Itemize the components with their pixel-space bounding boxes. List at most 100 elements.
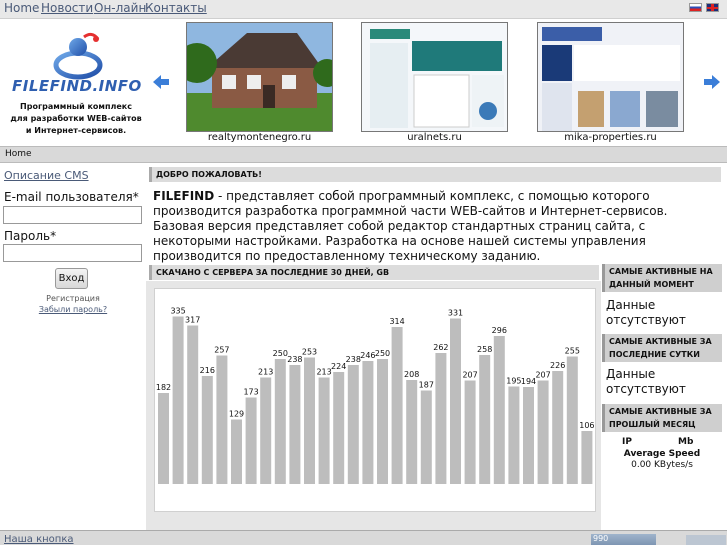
chart-bar-label: 213 bbox=[258, 368, 273, 377]
active-day-title: САМЫЕ АКТИВНЫЕ ЗА ПОСЛЕДНИЕ СУТКИ bbox=[602, 334, 722, 362]
chart-bar-label: 208 bbox=[404, 370, 419, 379]
forgot-password-link[interactable]: Забыли пароль? bbox=[0, 305, 146, 314]
register-link[interactable]: Регистрация bbox=[0, 294, 146, 303]
chart-bar-label: 257 bbox=[214, 346, 229, 355]
breadcrumb: Home bbox=[0, 146, 727, 163]
chart-bar bbox=[231, 419, 242, 484]
cms-description-link[interactable]: Описание CMS bbox=[4, 169, 89, 182]
chart-bar-label: 250 bbox=[375, 349, 390, 358]
chart-bar-label: 255 bbox=[565, 347, 580, 356]
chart-bar bbox=[201, 376, 213, 484]
chart-bar bbox=[187, 325, 199, 484]
login-button[interactable]: Вход bbox=[55, 268, 88, 289]
chart-bar bbox=[318, 377, 330, 484]
chart-bar-label: 207 bbox=[462, 371, 477, 380]
chart-bar bbox=[464, 380, 476, 484]
chart-bar-label: 317 bbox=[185, 316, 200, 325]
speed-label: Average Speed bbox=[623, 449, 701, 459]
downloads-chart: 182 335 317 216 257 129 173 213 250 238 253 213 224 2… bbox=[154, 288, 596, 512]
chart-bar bbox=[552, 371, 564, 484]
active-month-title: САМЫЕ АКТИВНЫЕ ЗА ПРОШЛЫЙ МЕСЯЦ bbox=[602, 404, 722, 432]
partner-banner[interactable] bbox=[686, 535, 726, 545]
thumbnail-3-caption[interactable]: mika-properties.ru bbox=[537, 132, 684, 143]
chart-bar-label: 331 bbox=[448, 309, 463, 318]
chart-bar-label: 335 bbox=[170, 307, 185, 316]
chart-bar-label: 250 bbox=[273, 349, 288, 358]
chart-bar bbox=[508, 386, 520, 484]
chart-svg: 1823353172162571291732132502382532132242… bbox=[156, 307, 595, 484]
email-field[interactable] bbox=[3, 206, 142, 224]
nav-news[interactable]: Новости bbox=[41, 1, 93, 15]
chart-bar-label: 129 bbox=[229, 410, 244, 419]
chart-bar bbox=[172, 316, 184, 484]
active-now-text: Данные отсутствуют bbox=[606, 298, 686, 327]
chart-bar bbox=[420, 390, 432, 484]
sidebar-left: Описание CMS E-mail пользователя* Пароль… bbox=[0, 164, 146, 530]
english-flag-icon[interactable] bbox=[706, 3, 719, 12]
chart-bar-label: 173 bbox=[243, 388, 258, 397]
chart-bar-label: 207 bbox=[535, 371, 550, 380]
chart-bar-label: 216 bbox=[200, 366, 215, 375]
thumbnail-3[interactable] bbox=[537, 22, 684, 132]
chart-bar bbox=[581, 431, 593, 484]
chart-bar bbox=[435, 353, 447, 484]
chart-bar-label: 314 bbox=[389, 317, 404, 326]
breadcrumb-home[interactable]: Home bbox=[5, 149, 32, 159]
thumbnail-1[interactable] bbox=[186, 22, 333, 132]
speed-value: 0.00 KBytes/s bbox=[631, 460, 693, 470]
welcome-body: - представляет собой программный комплек… bbox=[153, 189, 668, 263]
nav-contacts[interactable]: Контакты bbox=[145, 1, 207, 15]
email-label: E-mail пользователя* bbox=[4, 190, 139, 204]
chart-bar bbox=[304, 357, 315, 484]
arrow-left-icon[interactable] bbox=[153, 75, 169, 89]
chart-bar bbox=[406, 380, 418, 484]
chart-bar bbox=[158, 393, 169, 484]
chart-bar-label: 213 bbox=[316, 368, 331, 377]
active-now-title: САМЫЕ АКТИВНЫЕ НА ДАННЫЙ МОМЕНТ bbox=[602, 264, 722, 292]
chart-bar-label: 253 bbox=[302, 348, 317, 357]
chart-bar bbox=[333, 372, 345, 484]
arrow-right-icon[interactable] bbox=[704, 75, 720, 89]
chart-bar-label: 238 bbox=[346, 355, 361, 364]
russian-flag-icon[interactable] bbox=[689, 3, 702, 12]
chart-bar-label: 224 bbox=[331, 362, 346, 371]
counter-value: 990 bbox=[593, 534, 609, 543]
chart-bar bbox=[537, 380, 549, 484]
chart-bar-label: 195 bbox=[506, 377, 521, 386]
chart-bar-label: 187 bbox=[419, 381, 434, 390]
chart-bar bbox=[274, 359, 286, 484]
chart-bar-label: 296 bbox=[492, 326, 507, 335]
our-button-link[interactable]: Наша кнопка bbox=[4, 534, 74, 545]
chart-bar-label: 226 bbox=[550, 361, 565, 370]
chart-bar bbox=[523, 387, 534, 484]
logo-text[interactable]: FILEFIND.INFO bbox=[12, 77, 142, 95]
chart-bar-label: 262 bbox=[433, 343, 448, 352]
thumbnail-1-caption[interactable]: realtymontenegro.ru bbox=[186, 132, 333, 143]
brand-name: FILEFIND bbox=[153, 189, 215, 203]
password-field[interactable] bbox=[3, 244, 142, 262]
footer: Наша кнопка 990 bbox=[0, 530, 727, 545]
chart-bar bbox=[260, 377, 272, 484]
chart-bar bbox=[216, 355, 228, 484]
tagline: Программный комплекс для разработки WEB-… bbox=[10, 102, 142, 135]
active-day-text: Данные отсутствуют bbox=[606, 367, 686, 396]
header: FILEFIND.INFO Программный комплекс для р… bbox=[0, 19, 727, 146]
chart-bar-label: 246 bbox=[360, 351, 375, 360]
chart-bar bbox=[566, 356, 578, 484]
chart-bar bbox=[362, 361, 374, 484]
chart-bar bbox=[479, 355, 491, 484]
welcome-title: ДОБРО ПОЖАЛОВАТЬ! bbox=[149, 167, 721, 182]
chart-bar-label: 182 bbox=[156, 383, 171, 392]
chart-bar bbox=[377, 359, 388, 484]
nav-home[interactable]: Home bbox=[4, 1, 39, 15]
thumbnail-2-caption[interactable]: uralnets.ru bbox=[361, 132, 508, 143]
chart-bar bbox=[493, 336, 505, 484]
chart-bar-label: 258 bbox=[477, 345, 492, 354]
thumbnail-2[interactable] bbox=[361, 22, 508, 132]
nav-online[interactable]: Он-лайн bbox=[94, 1, 146, 15]
counter-banner[interactable]: 990 bbox=[591, 534, 656, 545]
chart-bar bbox=[245, 397, 257, 484]
chart-bar-label: 238 bbox=[287, 355, 302, 364]
chart-bar bbox=[450, 318, 461, 484]
chart-bar bbox=[289, 365, 301, 484]
